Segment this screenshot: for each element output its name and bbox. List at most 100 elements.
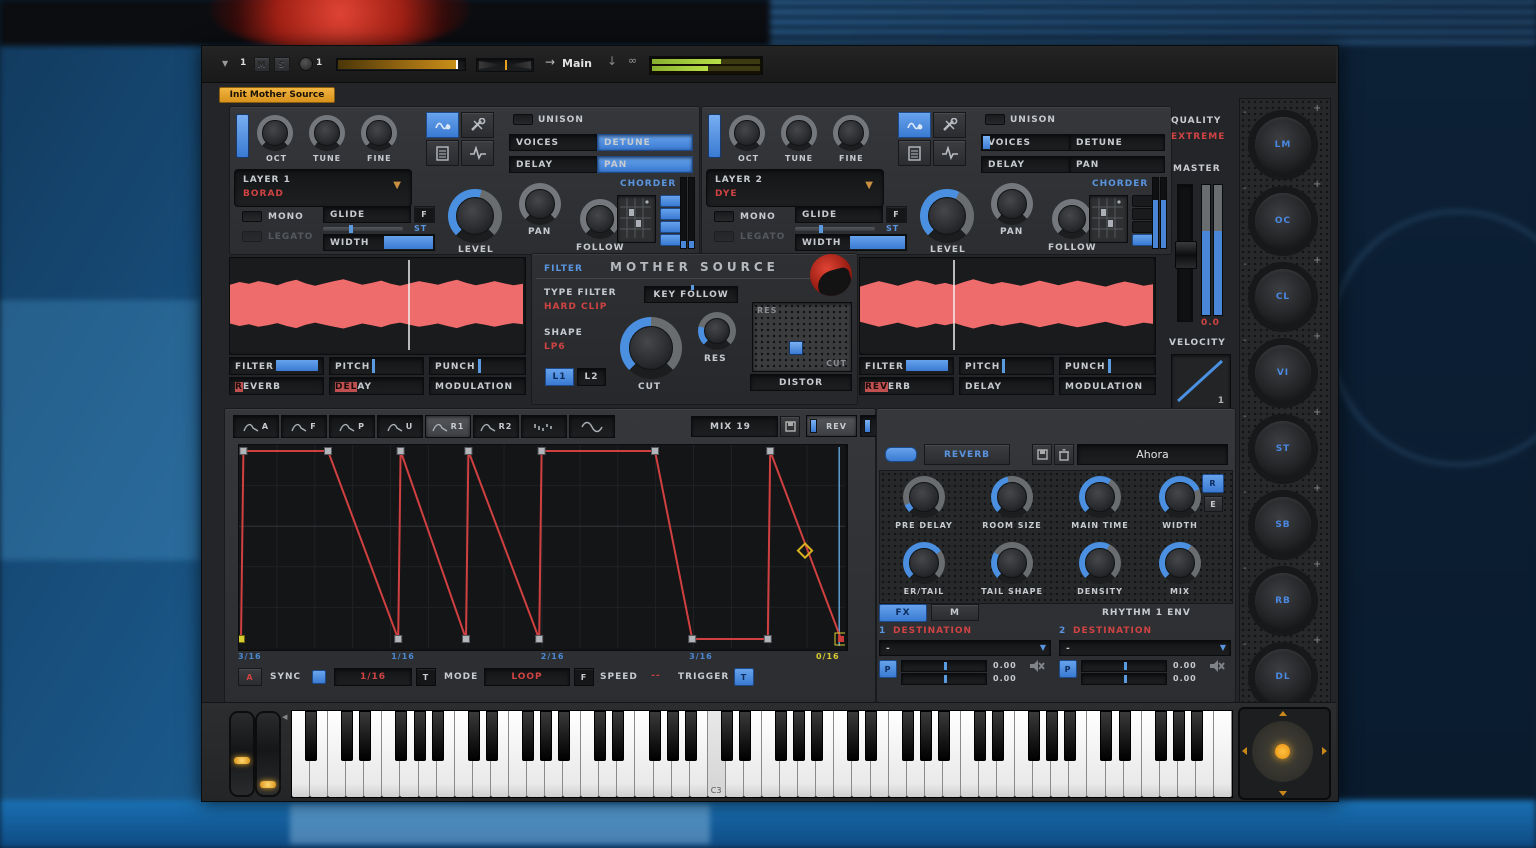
- mod-wheel[interactable]: [255, 711, 281, 797]
- chorder-grid-button[interactable]: [617, 195, 656, 243]
- keyboard-scroll-left-icon[interactable]: ◀: [282, 713, 287, 721]
- reverb-delete-button[interactable]: [1054, 444, 1074, 465]
- reverb-knob-room-size[interactable]: [991, 476, 1033, 518]
- black-key[interactable]: [685, 711, 697, 761]
- macro-knob-rb[interactable]: RB + -: [1255, 573, 1311, 629]
- glide-f-button[interactable]: F: [886, 206, 907, 223]
- macro-knob-dl[interactable]: DL + -: [1255, 649, 1311, 705]
- cut-knob[interactable]: [620, 317, 682, 379]
- black-key[interactable]: [468, 711, 480, 761]
- macro-knob-sb[interactable]: SB + -: [1255, 497, 1311, 553]
- midi-drop-icon[interactable]: ↓: [607, 54, 617, 68]
- env-t-button[interactable]: T: [416, 668, 436, 686]
- glide-slider[interactable]: [795, 227, 875, 231]
- preset-name-tab[interactable]: Init Mother Source: [219, 87, 335, 103]
- black-key[interactable]: [902, 711, 914, 761]
- black-key[interactable]: [1191, 711, 1203, 761]
- type-filter-value[interactable]: Hard Clip: [544, 302, 607, 312]
- reverb-save-button[interactable]: [1032, 444, 1052, 465]
- reverb-knob-pre-delay[interactable]: [903, 476, 945, 518]
- pitch-send-field[interactable]: Pitch: [329, 357, 424, 375]
- black-key[interactable]: [341, 711, 353, 761]
- black-key[interactable]: [1064, 711, 1076, 761]
- layer-level-slider[interactable]: [236, 114, 249, 158]
- black-key[interactable]: [992, 711, 1004, 761]
- env-tab-r2[interactable]: R2: [473, 415, 519, 438]
- destination-p-button[interactable]: P: [1059, 660, 1077, 678]
- reverb-knob-er-tail[interactable]: [903, 542, 945, 584]
- detune-button[interactable]: Detune: [597, 134, 693, 151]
- black-key[interactable]: [775, 711, 787, 761]
- reverb-knob-density[interactable]: [1079, 542, 1121, 584]
- black-key[interactable]: [721, 711, 733, 761]
- delay-button[interactable]: Delay: [981, 156, 1071, 173]
- osc-edit-button[interactable]: [426, 112, 459, 138]
- infinity-icon[interactable]: ∞: [628, 54, 637, 67]
- black-key[interactable]: [865, 711, 877, 761]
- output-label[interactable]: Main: [562, 57, 592, 70]
- env-tab-steps[interactable]: [521, 415, 567, 438]
- delay-send-field[interactable]: Delay: [329, 377, 424, 395]
- env-tab-r1[interactable]: R1: [425, 415, 471, 438]
- filter-xy-pad[interactable]: Res Cut: [752, 302, 852, 372]
- black-key[interactable]: [522, 711, 534, 761]
- tools-button[interactable]: [461, 112, 494, 138]
- save-icon-button[interactable]: [780, 416, 800, 437]
- delay-send-field[interactable]: Delay: [959, 377, 1054, 395]
- seq-list-button[interactable]: [898, 140, 931, 166]
- black-key[interactable]: [938, 711, 950, 761]
- pan-button[interactable]: Pan: [1069, 156, 1165, 173]
- poly-knob-icon[interactable]: [299, 57, 313, 71]
- destination-dropdown[interactable]: - ▼: [879, 640, 1051, 656]
- mono-checkbox[interactable]: [714, 211, 734, 222]
- destination-slider-1[interactable]: [901, 660, 987, 672]
- black-key[interactable]: [1173, 711, 1185, 761]
- layer2-filter-tab[interactable]: L2: [577, 368, 606, 386]
- reverb-enable-pill[interactable]: [885, 447, 917, 462]
- level-knob[interactable]: [448, 189, 502, 243]
- macro-knob-st[interactable]: ST + -: [1255, 421, 1311, 477]
- shape-value[interactable]: LP6: [544, 342, 566, 352]
- follow-knob[interactable]: [580, 199, 620, 239]
- destination-slider-2[interactable]: [1081, 673, 1167, 685]
- env-a-button[interactable]: A: [238, 668, 262, 686]
- sync-checkbox[interactable]: [312, 670, 326, 684]
- black-key[interactable]: [649, 711, 661, 761]
- glide-field[interactable]: Glide: [323, 206, 411, 223]
- tools-button[interactable]: [933, 112, 966, 138]
- width-field[interactable]: Width: [795, 234, 907, 251]
- punch-send-field[interactable]: Punch: [429, 357, 526, 375]
- env-tab-f[interactable]: F: [281, 415, 327, 438]
- destination-slider-1[interactable]: [1081, 660, 1167, 672]
- pulse-button[interactable]: [933, 140, 966, 166]
- layer-selector[interactable]: Layer 2 Dye ▼: [706, 169, 884, 207]
- punch-send-field[interactable]: Punch: [1059, 357, 1156, 375]
- legato-checkbox[interactable]: [242, 231, 262, 242]
- velocity-pad[interactable]: 1: [1171, 354, 1231, 410]
- osc-edit-button[interactable]: [898, 112, 931, 138]
- black-key[interactable]: [432, 711, 444, 761]
- black-key[interactable]: [974, 711, 986, 761]
- white-key[interactable]: [1214, 711, 1232, 797]
- voices-button[interactable]: Voices: [509, 134, 599, 151]
- env-f-button[interactable]: F: [574, 668, 594, 686]
- mute-icon[interactable]: [1029, 659, 1045, 673]
- reverb-knob-mix[interactable]: [1159, 542, 1201, 584]
- layer1-filter-tab[interactable]: L1: [545, 368, 574, 386]
- black-key[interactable]: [1119, 711, 1131, 761]
- pan-knob[interactable]: [991, 183, 1033, 225]
- modulation-send-field[interactable]: Modulation: [1059, 377, 1156, 395]
- mix-field[interactable]: Mix 19: [691, 416, 778, 437]
- black-key[interactable]: [558, 711, 570, 761]
- tab-filter[interactable]: Filter: [544, 264, 583, 274]
- black-key[interactable]: [486, 711, 498, 761]
- env-tab-u[interactable]: U: [377, 415, 423, 438]
- layer-selector[interactable]: Layer 1 Borad ▼: [234, 169, 412, 207]
- pan-knob[interactable]: [519, 183, 561, 225]
- modulation-send-field[interactable]: Modulation: [429, 377, 526, 395]
- mute-button[interactable]: M: [254, 57, 270, 72]
- black-key[interactable]: [1100, 711, 1112, 761]
- black-key[interactable]: [847, 711, 859, 761]
- seq-list-button[interactable]: [426, 140, 459, 166]
- glide-slider[interactable]: [323, 227, 403, 231]
